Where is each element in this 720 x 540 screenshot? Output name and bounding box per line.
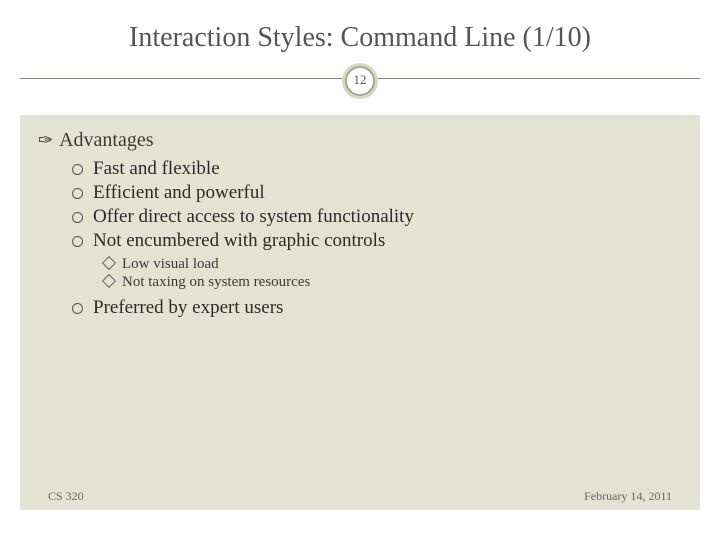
sublist-item: Not taxing on system resources: [104, 274, 682, 291]
list-item: Preferred by expert users: [72, 297, 682, 319]
list-item: Fast and flexible: [72, 158, 682, 180]
title-divider-wrap: 12: [0, 66, 720, 96]
list-heading-text: Advantages: [59, 129, 153, 152]
content-body: ✑ Advantages Fast and flexible Efficient…: [20, 115, 700, 510]
sublist-item-text: Low visual load: [122, 256, 219, 273]
slide: Interaction Styles: Command Line (1/10) …: [0, 0, 720, 540]
circle-bullet-icon: [72, 236, 83, 247]
swirl-bullet-icon: ✑: [38, 130, 53, 151]
circle-bullet-icon: [72, 303, 83, 314]
list-item: Offer direct access to system functional…: [72, 206, 682, 228]
sublist: Low visual load Not taxing on system res…: [38, 256, 682, 291]
diamond-bullet-icon: [102, 274, 116, 288]
circle-bullet-icon: [72, 212, 83, 223]
list-item-text: Offer direct access to system functional…: [93, 206, 414, 228]
list-item-text: Not encumbered with graphic controls: [93, 230, 385, 252]
diamond-bullet-icon: [102, 256, 116, 270]
list-item-text: Efficient and powerful: [93, 182, 265, 204]
slide-title: Interaction Styles: Command Line (1/10): [0, 0, 720, 66]
list-item-text: Fast and flexible: [93, 158, 220, 180]
sublist-item: Low visual load: [104, 256, 682, 273]
list-item: Efficient and powerful: [72, 182, 682, 204]
slide-number-badge: 12: [345, 66, 375, 96]
list-item: Not encumbered with graphic controls: [72, 230, 682, 252]
circle-bullet-icon: [72, 164, 83, 175]
footer-course: CS 320: [48, 489, 84, 504]
footer-date: February 14, 2011: [584, 489, 672, 504]
list-item-text: Preferred by expert users: [93, 297, 283, 319]
list-heading: ✑ Advantages: [38, 129, 682, 152]
circle-bullet-icon: [72, 188, 83, 199]
sublist-item-text: Not taxing on system resources: [122, 274, 310, 291]
